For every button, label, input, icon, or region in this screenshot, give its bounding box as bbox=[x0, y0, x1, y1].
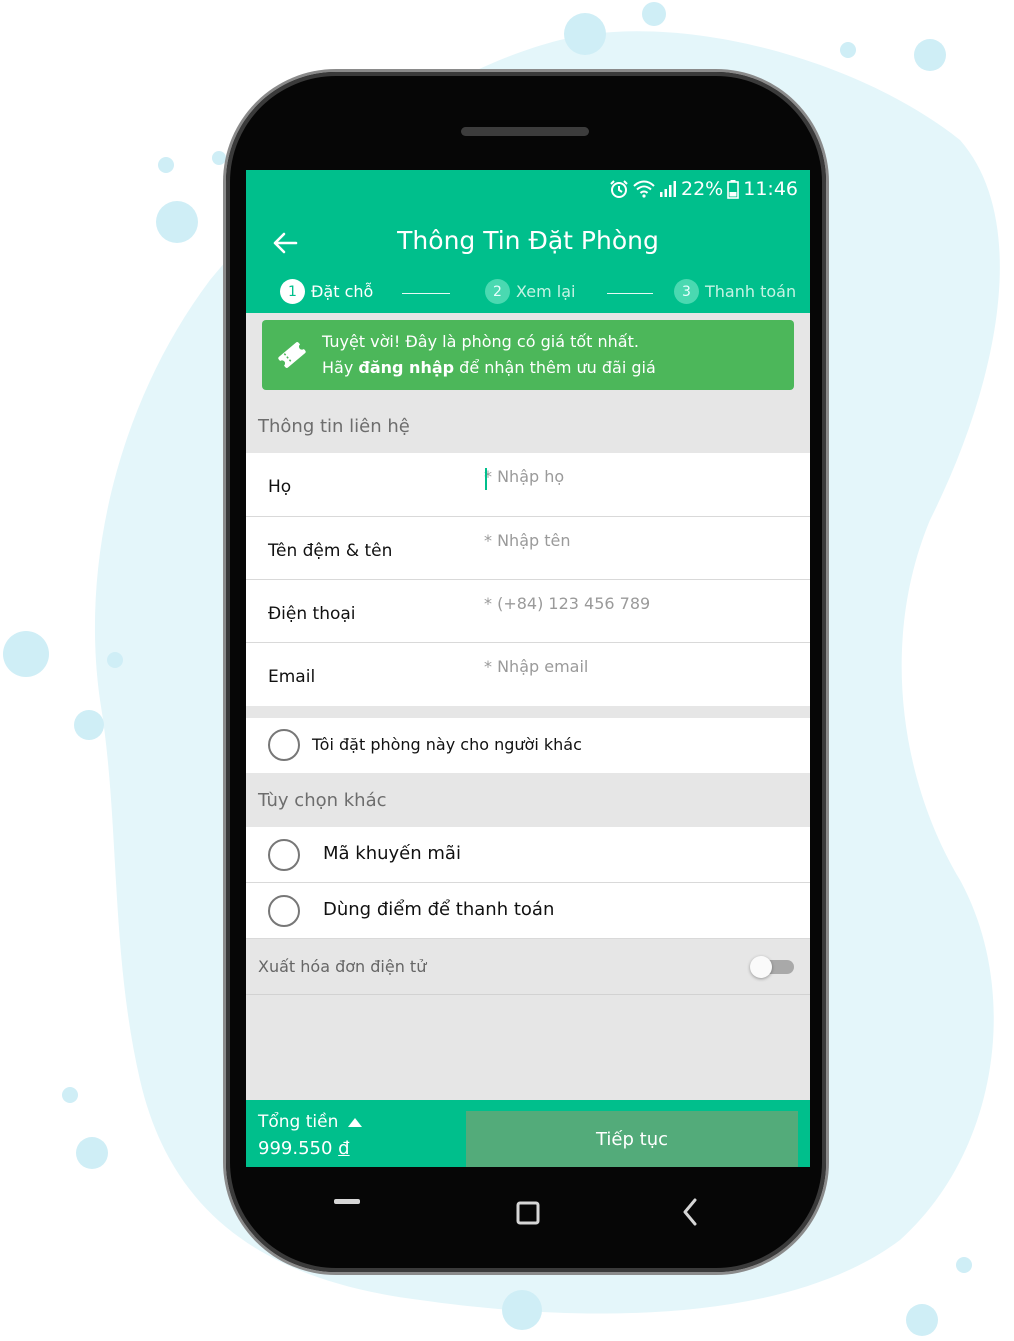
step-label: Xem lại bbox=[516, 282, 576, 301]
contact-section-heading: Thông tin liên hệ bbox=[246, 399, 810, 453]
promo-banner: Tuyệt vời! Đây là phòng có giá tốt nhất.… bbox=[262, 320, 794, 390]
phone-speaker bbox=[461, 127, 589, 136]
email-row: Email bbox=[246, 643, 810, 706]
currency-symbol: đ bbox=[338, 1138, 350, 1159]
invoice-toggle[interactable] bbox=[750, 956, 794, 978]
use-points-row[interactable]: Dùng điểm để thanh toán bbox=[246, 883, 810, 939]
step-number: 2 bbox=[485, 279, 510, 304]
email-input[interactable] bbox=[484, 657, 794, 676]
first-name-row: Tên đệm & tên bbox=[246, 517, 810, 580]
wifi-icon bbox=[633, 180, 655, 198]
promo-text: Tuyệt vời! Đây là phòng có giá tốt nhất.… bbox=[322, 329, 656, 381]
invoice-label: Xuất hóa đơn điện tử bbox=[258, 957, 427, 976]
total-label: Tổng tiền bbox=[258, 1112, 339, 1132]
last-name-label: Họ bbox=[268, 477, 292, 497]
last-name-input[interactable] bbox=[484, 467, 794, 486]
promo-code-radio[interactable] bbox=[268, 839, 300, 871]
promo-line-2: Hãy đăng nhập để nhận thêm ưu đãi giá bbox=[322, 355, 656, 381]
page-title: Thông Tin Đặt Phòng bbox=[397, 226, 659, 255]
first-name-input[interactable] bbox=[484, 531, 794, 550]
promo-line-2-prefix: Hãy bbox=[322, 358, 359, 377]
total-value: 999.550 bbox=[258, 1138, 333, 1159]
use-points-label: Dùng điểm để thanh toán bbox=[323, 899, 555, 920]
step-divider bbox=[402, 293, 450, 294]
first-name-label: Tên đệm & tên bbox=[268, 541, 393, 561]
phone-frame: 22% 11:46 Thông Tin Đặt Phòng 1 Đặt chỗ … bbox=[226, 72, 826, 1272]
last-name-row: Họ bbox=[246, 453, 810, 517]
ticket-icon bbox=[262, 338, 322, 372]
home-icon[interactable] bbox=[516, 1201, 540, 1225]
status-bar: 22% 11:46 bbox=[609, 176, 798, 202]
promo-line-2-suffix: để nhận thêm ưu đãi giá bbox=[454, 358, 656, 377]
step-review: 2 Xem lại bbox=[485, 279, 575, 304]
invoice-row: Xuất hóa đơn điện tử bbox=[246, 939, 810, 995]
use-points-radio[interactable] bbox=[268, 895, 300, 927]
step-payment: 3 Thanh toán bbox=[674, 279, 796, 304]
continue-button[interactable]: Tiếp tục bbox=[466, 1111, 798, 1167]
total-label-group[interactable]: Tổng tiền bbox=[258, 1112, 363, 1132]
step-booking: 1 Đặt chỗ bbox=[280, 279, 373, 304]
promo-line-1: Tuyệt vời! Đây là phòng có giá tốt nhất. bbox=[322, 332, 639, 351]
other-person-row[interactable]: Tôi đặt phòng này cho người khác bbox=[246, 718, 810, 773]
clock: 11:46 bbox=[743, 178, 798, 200]
phone-row: Điện thoại bbox=[246, 580, 810, 643]
other-person-label: Tôi đặt phòng này cho người khác bbox=[312, 735, 582, 754]
promo-code-row[interactable]: Mã khuyến mãi bbox=[246, 827, 810, 883]
back-nav-icon[interactable] bbox=[682, 1198, 698, 1226]
total-amount: 999.550 đ bbox=[258, 1138, 350, 1159]
app-bar: 22% 11:46 Thông Tin Đặt Phòng 1 Đặt chỗ … bbox=[246, 170, 810, 313]
phone-input[interactable] bbox=[484, 594, 794, 613]
toggle-knob bbox=[750, 956, 772, 978]
promo-code-label: Mã khuyến mãi bbox=[323, 843, 461, 864]
alarm-icon bbox=[610, 180, 628, 198]
bottom-bar: Tổng tiền 999.550 đ Tiếp tục bbox=[246, 1100, 810, 1167]
step-divider bbox=[607, 293, 653, 294]
step-label: Thanh toán bbox=[705, 282, 797, 301]
battery-percent: 22% bbox=[681, 178, 724, 200]
options-section-heading: Tùy chọn khác bbox=[246, 773, 810, 827]
caret-up-icon bbox=[348, 1117, 363, 1127]
other-person-radio[interactable] bbox=[268, 729, 300, 761]
step-number: 1 bbox=[280, 279, 305, 304]
phone-label: Điện thoại bbox=[268, 604, 356, 624]
battery-icon bbox=[727, 180, 740, 199]
step-label: Đặt chỗ bbox=[311, 282, 374, 301]
step-number: 3 bbox=[674, 279, 699, 304]
app-screen: 22% 11:46 Thông Tin Đặt Phòng 1 Đặt chỗ … bbox=[246, 170, 810, 1167]
signal-icon bbox=[660, 181, 676, 197]
email-label: Email bbox=[268, 667, 316, 687]
login-link[interactable]: đăng nhập bbox=[358, 358, 454, 377]
recent-apps-icon[interactable] bbox=[334, 1198, 360, 1206]
text-caret bbox=[485, 468, 487, 490]
booking-steps: 1 Đặt chỗ 2 Xem lại 3 Thanh toán bbox=[246, 279, 810, 309]
